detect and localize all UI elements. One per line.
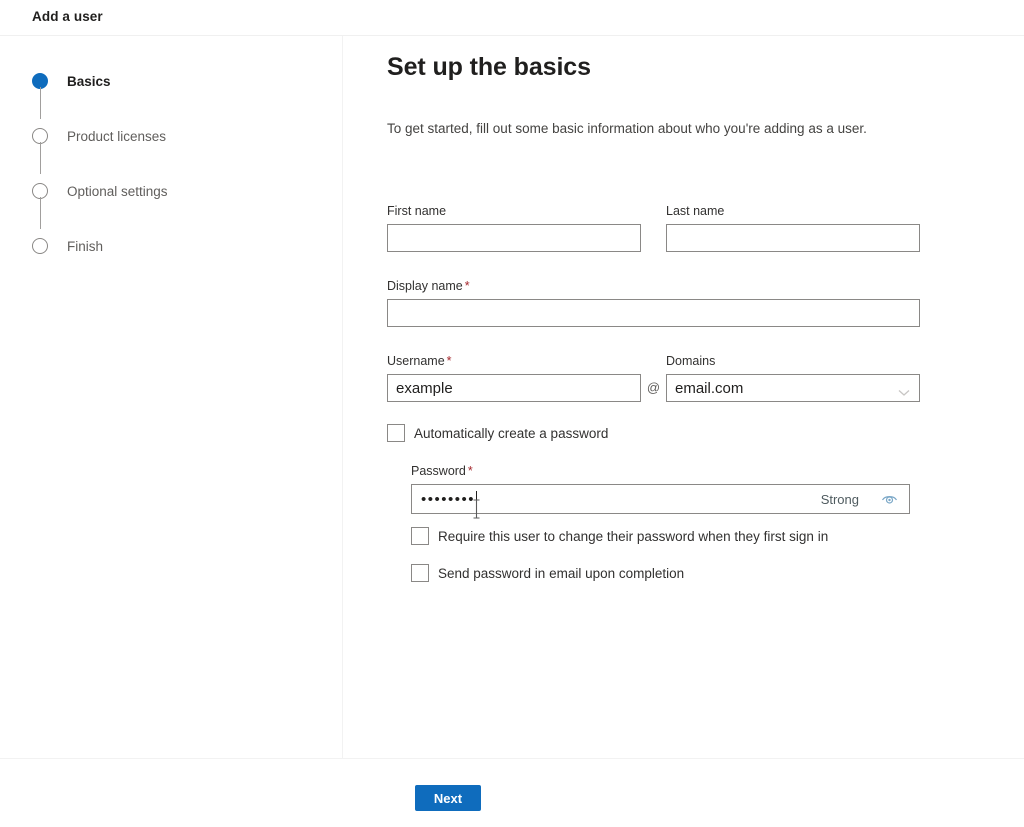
at-symbol-separator: @ bbox=[646, 380, 661, 395]
domains-group: Domains bbox=[666, 354, 920, 402]
send-email-label: Send password in email upon completion bbox=[438, 565, 685, 581]
wizard-content: Set up the basics To get started, fill o… bbox=[343, 36, 1024, 758]
first-name-group: First name bbox=[387, 204, 641, 252]
password-strength-label: Strong bbox=[820, 491, 859, 507]
sidebar-item-optional-settings[interactable]: Optional settings bbox=[32, 180, 168, 229]
username-label: Username * bbox=[387, 354, 641, 368]
window-header: Add a user bbox=[0, 0, 1024, 36]
window-title: Add a user bbox=[32, 9, 103, 24]
sidebar-item-basics[interactable]: Basics bbox=[32, 70, 168, 119]
auto-password-checkbox[interactable] bbox=[387, 424, 405, 442]
require-change-checkbox[interactable] bbox=[411, 527, 429, 545]
password-label-text: Password bbox=[411, 464, 466, 478]
wizard-footer: Next bbox=[0, 758, 1024, 827]
step-connector-line bbox=[39, 87, 41, 119]
step-connector-line bbox=[39, 197, 41, 229]
auto-password-label: Automatically create a password bbox=[414, 425, 609, 441]
display-name-input-wrap bbox=[387, 299, 920, 327]
display-name-input[interactable] bbox=[387, 299, 920, 327]
password-input[interactable]: •••••••• Strong bbox=[411, 484, 910, 514]
required-asterisk: * bbox=[446, 354, 452, 368]
last-name-group: Last name bbox=[666, 204, 920, 252]
username-label-text: Username bbox=[387, 354, 445, 368]
first-name-input[interactable] bbox=[387, 224, 641, 252]
page-title: Set up the basics bbox=[387, 53, 591, 81]
step-connector-line bbox=[39, 142, 41, 174]
auto-password-checkbox-row[interactable]: Automatically create a password bbox=[387, 424, 964, 442]
password-masked-value: •••••••• bbox=[421, 490, 476, 508]
send-email-checkbox-row[interactable]: Send password in email upon completion bbox=[411, 564, 964, 582]
text-caret bbox=[476, 490, 478, 508]
sidebar-item-finish[interactable]: Finish bbox=[32, 235, 168, 257]
required-asterisk: * bbox=[464, 279, 470, 293]
name-row: First name Last name bbox=[387, 204, 964, 252]
display-name-label: Display name * bbox=[387, 279, 964, 293]
sidebar-item-label: Basics bbox=[67, 73, 111, 89]
domains-label: Domains bbox=[666, 354, 716, 368]
username-input[interactable] bbox=[387, 374, 641, 402]
username-domain-row: Username* @ Domains bbox=[387, 354, 964, 402]
password-options: Require this user to change their passwo… bbox=[411, 527, 964, 582]
required-asterisk: * bbox=[467, 464, 473, 478]
next-button[interactable]: Next bbox=[415, 785, 481, 811]
sidebar-item-label: Optional settings bbox=[67, 183, 168, 199]
eye-reveal-password-icon[interactable] bbox=[881, 492, 898, 511]
last-name-input[interactable] bbox=[666, 224, 920, 252]
step-marker-icon bbox=[32, 238, 48, 254]
last-name-label: Last name bbox=[666, 204, 725, 218]
basics-form: First name Last name Display name * Usern… bbox=[387, 204, 964, 582]
username-group: Username * bbox=[387, 354, 641, 402]
sidebar-item-label: Product licenses bbox=[67, 128, 167, 144]
step-list: Basics Product licenses Optional setting… bbox=[32, 70, 168, 257]
display-name-label-text: Display name bbox=[387, 279, 463, 293]
require-change-checkbox-row[interactable]: Require this user to change their passwo… bbox=[411, 527, 964, 545]
first-name-label: First name bbox=[387, 204, 447, 218]
sidebar-item-label: Finish bbox=[67, 238, 104, 254]
password-label: Password * bbox=[411, 464, 964, 478]
sidebar-item-product-licenses[interactable]: Product licenses bbox=[32, 125, 168, 174]
display-name-group: Display name * bbox=[387, 279, 964, 327]
domains-select[interactable] bbox=[666, 374, 920, 402]
require-change-label: Require this user to change their passwo… bbox=[438, 528, 829, 544]
page-subtitle: To get started, fill out some basic info… bbox=[387, 121, 867, 136]
password-group: Password * •••••••• Strong Require this … bbox=[411, 464, 964, 582]
wizard-body: Basics Product licenses Optional setting… bbox=[0, 36, 1024, 758]
domains-select-wrap bbox=[666, 374, 920, 402]
send-email-checkbox[interactable] bbox=[411, 564, 429, 582]
wizard-stepper-sidebar: Basics Product licenses Optional setting… bbox=[0, 36, 343, 758]
